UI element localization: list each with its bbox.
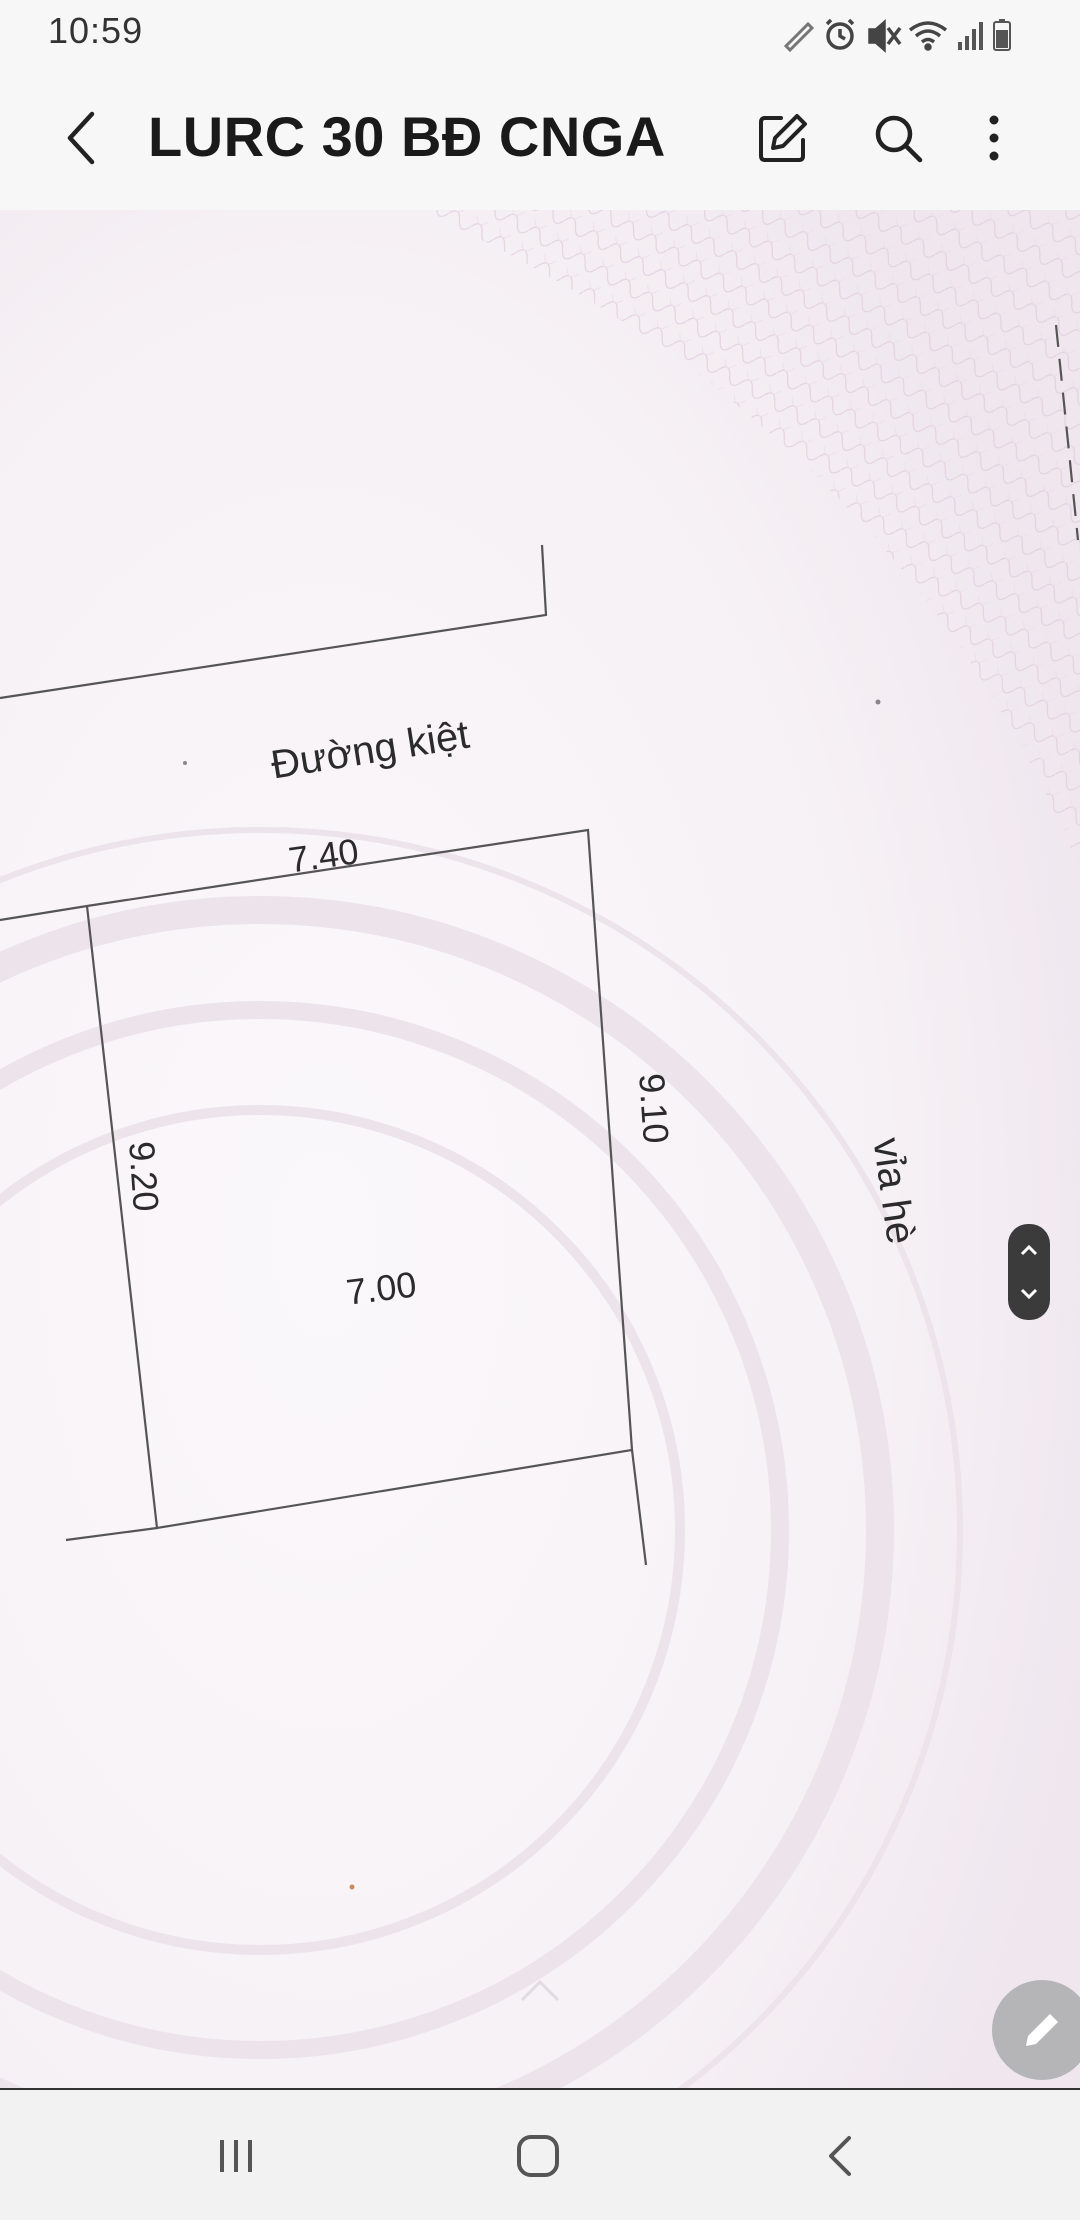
bottom-dimension-label: 7.00 — [344, 1263, 419, 1313]
more-vert-icon — [989, 115, 999, 161]
dot-mark — [875, 699, 881, 705]
more-options-button[interactable] — [956, 100, 1032, 176]
home-button[interactable] — [498, 2120, 578, 2192]
home-icon — [517, 2135, 559, 2177]
status-icons — [783, 18, 1011, 53]
dot-mark — [349, 1884, 355, 1890]
back-arrow-icon — [67, 111, 95, 165]
wifi-icon — [908, 21, 948, 51]
scroll-arrows-icon — [1020, 1244, 1038, 1300]
pen-icon — [783, 21, 815, 53]
screen: 10:59 LURC 30 BĐ CNGA Đường kiệt 7.40 9.… — [0, 0, 1080, 2220]
signal-icon — [958, 22, 983, 50]
edit-note-icon — [759, 114, 807, 162]
pencil-icon — [1026, 2014, 1058, 2046]
status-bar: 10:59 — [0, 0, 1080, 66]
battery-icon — [993, 19, 1011, 51]
page-title: LURC 30 BĐ CNGA — [148, 105, 666, 168]
recents-button[interactable] — [196, 2120, 276, 2192]
right-dimension-label: 9.10 — [631, 1072, 677, 1145]
mute-icon — [868, 19, 902, 53]
status-time: 10:59 — [48, 10, 144, 51]
search-button[interactable] — [860, 100, 936, 176]
recents-icon — [220, 2140, 252, 2172]
system-back-button[interactable] — [800, 2120, 880, 2192]
fast-scroll-handle[interactable] — [1008, 1224, 1050, 1320]
left-dimension-label: 9.20 — [121, 1140, 167, 1213]
document-view[interactable]: Đường kiệt 7.40 9.10 9.20 7.00 vỉa hè — [0, 210, 1080, 2088]
dot-mark — [183, 761, 187, 765]
search-icon — [875, 115, 923, 163]
edit-button[interactable] — [745, 100, 821, 176]
back-button[interactable] — [44, 100, 120, 176]
navigation-bar — [0, 2088, 1080, 2220]
app-bar: LURC 30 BĐ CNGA — [0, 66, 1080, 211]
nav-back-icon — [829, 2136, 851, 2176]
alarm-icon — [825, 18, 855, 50]
